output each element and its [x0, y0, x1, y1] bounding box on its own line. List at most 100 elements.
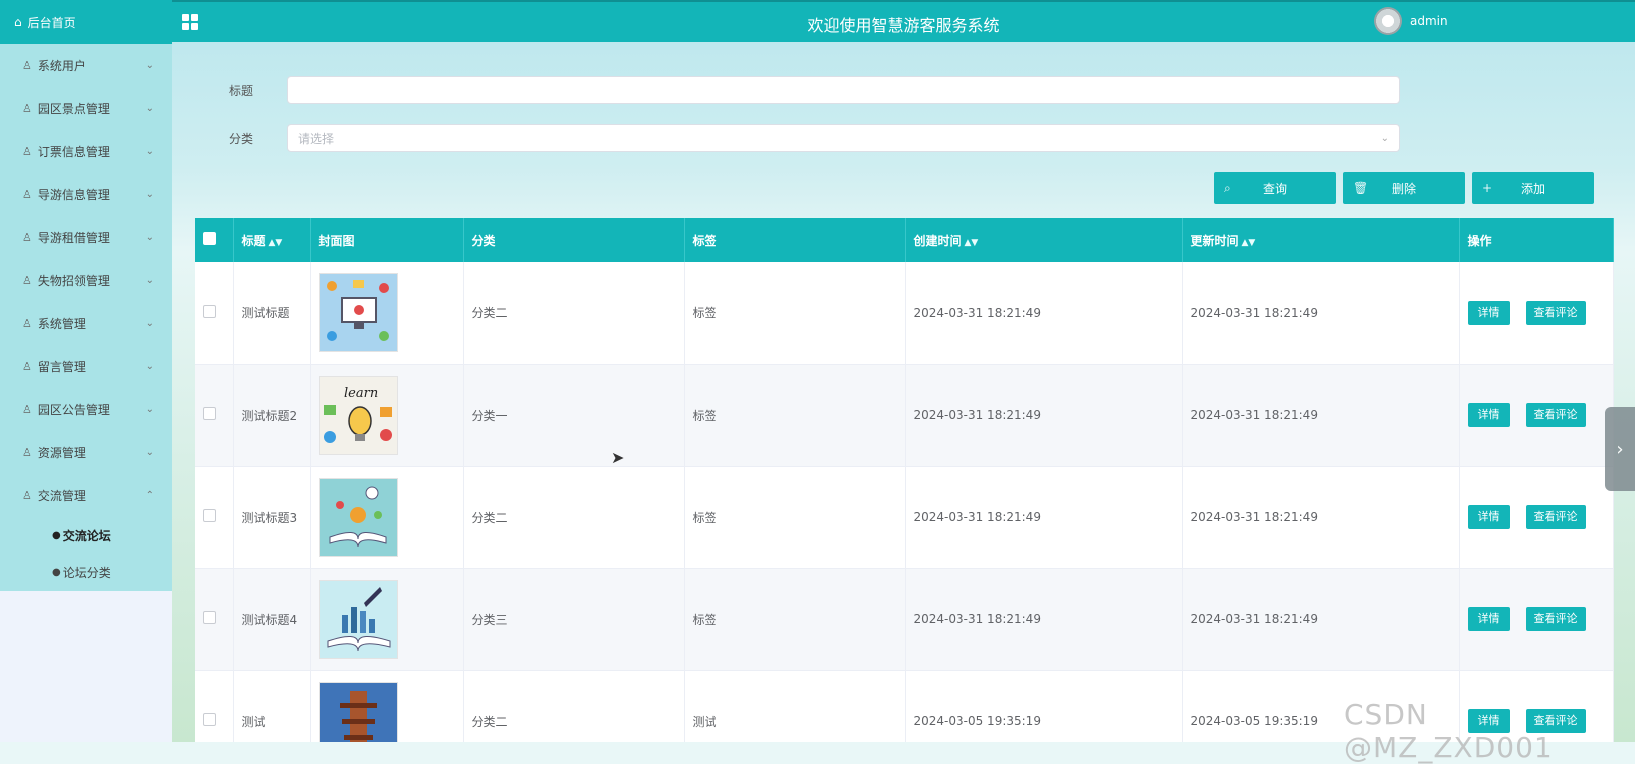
cell-tag: 标签: [684, 466, 906, 569]
chevron-down-icon: ⌄: [145, 404, 154, 415]
svg-text:learn: learn: [344, 386, 378, 401]
column-header-updated[interactable]: 更新时间 ▲▼: [1182, 218, 1460, 262]
sidebar-item-label: 园区公告管理: [37, 403, 110, 417]
forum-table: 标题▲▼ 封面图 分类 标签 创建时间▲▼ 更新时间▲▼ 操作 测试标题: [195, 218, 1614, 742]
cell-ops: 详情 查看评论: [1459, 364, 1614, 467]
cell-ops: 详情 查看评论: [1459, 466, 1614, 569]
cover-image[interactable]: [318, 579, 398, 659]
sidebar-item-guide-rental[interactable]: ♙ 导游租借管理 ⌄: [0, 216, 172, 259]
user-icon: ♙: [22, 489, 32, 502]
title-search-input[interactable]: [287, 76, 1400, 104]
expand-panel-button[interactable]: ›: [1605, 407, 1635, 491]
row-checkbox[interactable]: [203, 304, 216, 318]
row-checkbox[interactable]: [203, 509, 216, 522]
sidebar-subitem-forum[interactable]: ● 交流论坛: [0, 517, 172, 554]
cell-category: 分类二: [463, 670, 685, 742]
cell-updated: 2024-03-31 18:21:49: [1182, 568, 1460, 671]
column-header-cover: 封面图: [310, 218, 464, 262]
cell-updated: 2024-03-31 18:21:49: [1182, 262, 1460, 365]
sidebar-subitem-label: 论坛分类: [62, 566, 111, 580]
sidebar-subitem-forum-category[interactable]: ● 论坛分类: [0, 554, 172, 591]
sidebar-item-scenic[interactable]: ♙ 园区景点管理 ⌄: [0, 87, 172, 130]
cell-tag: 标签: [684, 262, 906, 365]
user-icon: ♙: [22, 231, 32, 244]
table-row: 测试标题 分类二 标签 2024-03-31 18:21:49 2024-03-…: [195, 262, 1614, 365]
view-comments-button[interactable]: 查看评论: [1525, 403, 1586, 427]
detail-button[interactable]: 详情: [1467, 607, 1510, 631]
cell-created: 2024-03-05 19:35:19: [905, 670, 1183, 742]
sidebar-item-label: 园区景点管理: [37, 102, 110, 116]
detail-button[interactable]: 详情: [1467, 403, 1510, 427]
select-all-checkbox[interactable]: [203, 232, 216, 245]
row-checkbox-cell: [195, 568, 234, 671]
user-icon: ♙: [22, 317, 32, 330]
cell-title: 测试标题4: [233, 568, 311, 671]
category-placeholder: 请选择: [298, 131, 335, 146]
user-icon: ♙: [22, 274, 32, 287]
user-icon: ♙: [22, 403, 32, 416]
cover-image[interactable]: [318, 477, 398, 557]
location-pin-icon: ●: [52, 567, 61, 578]
detail-button[interactable]: 详情: [1467, 505, 1510, 529]
cover-image[interactable]: learn: [318, 375, 398, 455]
sidebar-item-label: 资源管理: [37, 446, 86, 460]
watermark: CSDN @MZ_ZXD001: [1344, 698, 1553, 764]
user-icon: ♙: [22, 188, 32, 201]
cell-cover: [310, 568, 464, 671]
row-checkbox-cell: [195, 262, 234, 365]
sidebar-item-label: 导游租借管理: [37, 231, 110, 245]
view-comments-button[interactable]: 查看评论: [1525, 300, 1586, 325]
sidebar-item-tickets[interactable]: ♙ 订票信息管理 ⌄: [0, 130, 172, 173]
chevron-right-icon: ›: [1616, 438, 1624, 460]
sidebar-item-messages[interactable]: ♙ 留言管理 ⌄: [0, 345, 172, 388]
chevron-down-icon: ⌄: [145, 103, 154, 114]
table-row: 测试标题3 分类二 标签 2024-03-31 18:21:49 2024-03…: [195, 466, 1614, 569]
column-header-label: 更新时间: [1190, 233, 1239, 248]
location-pin-icon: ●: [52, 530, 61, 541]
add-button[interactable]: + 添加: [1472, 172, 1594, 204]
row-checkbox[interactable]: [203, 713, 216, 726]
sidebar-home[interactable]: ⌂ 后台首页: [0, 0, 172, 44]
query-button-label: 查询: [1262, 181, 1287, 196]
column-header-ops: 操作: [1459, 218, 1614, 262]
sidebar-item-label: 系统用户: [37, 59, 86, 73]
sidebar-item-exchange[interactable]: ♙ 交流管理 ⌃: [0, 474, 172, 517]
row-checkbox[interactable]: [203, 407, 216, 420]
delete-button[interactable]: 🗑 删除: [1343, 172, 1465, 204]
cover-image[interactable]: [318, 681, 398, 743]
sidebar-item-notices[interactable]: ♙ 园区公告管理 ⌄: [0, 388, 172, 431]
sidebar-item-resources[interactable]: ♙ 资源管理 ⌄: [0, 431, 172, 474]
category-select[interactable]: 请选择 ⌄: [287, 124, 1400, 152]
cell-created: 2024-03-31 18:21:49: [905, 262, 1183, 365]
view-comments-button[interactable]: 查看评论: [1525, 607, 1586, 631]
sidebar-item-guides[interactable]: ♙ 导游信息管理 ⌄: [0, 173, 172, 216]
sort-icon[interactable]: ▲▼: [269, 238, 283, 248]
cell-cover: [310, 670, 464, 743]
row-checkbox[interactable]: [203, 611, 216, 624]
sidebar-item-label: 失物招领管理: [37, 274, 110, 288]
user-icon: ♙: [22, 102, 32, 115]
user-icon: ♙: [22, 446, 32, 459]
cell-category: 分类一: [463, 364, 685, 467]
sidebar-home-label: 后台首页: [27, 15, 76, 30]
main-content: 标题 分类 请选择 ⌄ ⌕ 查询 🗑 删除 + 添加 标题 ▲▼ 封面图 分类 标…: [172, 42, 1635, 742]
cell-updated: 2024-03-31 18:21:49: [1182, 466, 1460, 569]
chevron-down-icon: ⌄: [145, 447, 154, 458]
user-icon: ♙: [22, 145, 32, 158]
column-header-title[interactable]: 标题 ▲▼: [233, 218, 311, 262]
row-checkbox-cell: [195, 670, 234, 742]
user-menu[interactable]: admin: [1374, 7, 1448, 35]
sidebar-item-users[interactable]: ♙ 系统用户 ⌄: [0, 44, 172, 87]
chevron-down-icon: ⌄: [145, 318, 154, 329]
add-button-label: 添加: [1520, 181, 1545, 196]
detail-button[interactable]: 详情: [1467, 300, 1510, 325]
column-header-created[interactable]: 创建时间 ▲▼: [905, 218, 1183, 262]
sidebar-item-lost-found[interactable]: ♙ 失物招领管理 ⌄: [0, 259, 172, 302]
view-comments-button[interactable]: 查看评论: [1525, 505, 1586, 529]
query-button[interactable]: ⌕ 查询: [1214, 172, 1336, 204]
sidebar-item-system[interactable]: ♙ 系统管理 ⌄: [0, 302, 172, 345]
sort-icon[interactable]: ▲▼: [1242, 238, 1256, 248]
cell-created: 2024-03-31 18:21:49: [905, 466, 1183, 569]
sort-icon[interactable]: ▲▼: [965, 238, 979, 248]
cover-image[interactable]: [318, 273, 398, 353]
